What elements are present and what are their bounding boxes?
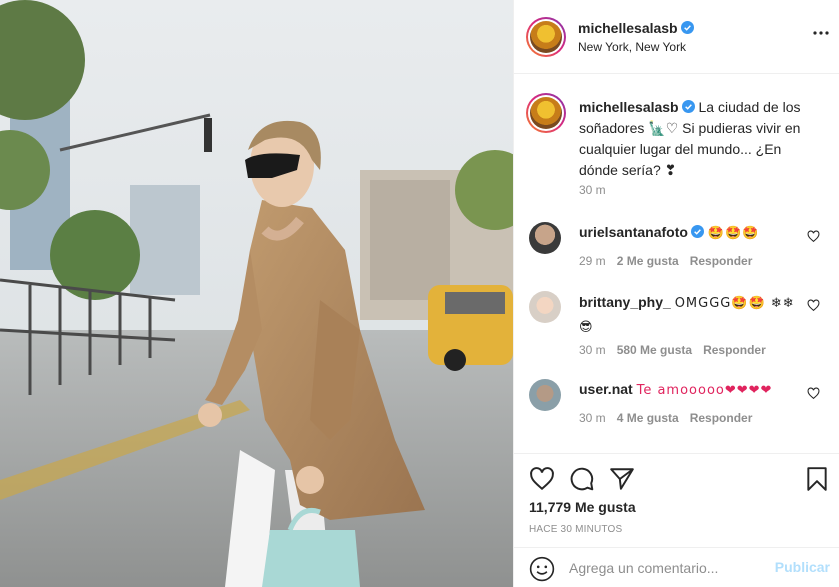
post-timestamp[interactable]: HACE 30 MINUTOS xyxy=(529,524,622,535)
caption-time[interactable]: 30 m xyxy=(579,183,606,197)
comment-bubble-icon[interactable] xyxy=(569,466,595,492)
comment-text: Te amooooo❤❤❤❤ xyxy=(636,383,773,398)
comment-likes[interactable]: 580 Me gusta xyxy=(617,343,692,357)
post-location[interactable]: New York, New York xyxy=(578,40,686,54)
paper-plane-icon[interactable] xyxy=(609,466,635,492)
comment-likes[interactable]: 4 Me gusta xyxy=(617,411,679,425)
post-actions: 11,779 Me gusta HACE 30 MINUTOS xyxy=(514,453,839,547)
comment-time[interactable]: 30 m xyxy=(579,411,606,425)
author-username-text[interactable]: michellesalasb xyxy=(578,20,678,36)
comment-username[interactable]: urielsantanafoto xyxy=(579,224,688,240)
comment-meta: 29 m 2 Me gusta Responder xyxy=(579,254,763,268)
post-header: michellesalasb New York, New York xyxy=(514,0,839,74)
comment-avatar[interactable] xyxy=(529,291,561,323)
post-photo[interactable] xyxy=(0,0,513,587)
comment-username[interactable]: brittany_phy_ xyxy=(579,294,671,310)
comment-meta: 30 m 4 Me gusta Responder xyxy=(579,411,763,425)
reply-button[interactable]: Responder xyxy=(703,343,766,357)
comment-meta: 30 m 580 Me gusta Responder xyxy=(579,343,777,357)
verified-badge-icon xyxy=(690,225,704,238)
comment-text: 🤩🤩🤩 xyxy=(707,226,760,241)
comment-likes[interactable]: 2 Me gusta xyxy=(617,254,679,268)
verified-badge-icon xyxy=(680,21,694,34)
comment-body: urielsantanafoto 🤩🤩🤩 xyxy=(579,222,804,244)
comment-username[interactable]: user.nat xyxy=(579,381,633,397)
comment-input[interactable] xyxy=(569,556,769,580)
more-options-icon[interactable] xyxy=(812,30,830,36)
comment-time[interactable]: 29 m xyxy=(579,254,606,268)
reply-button[interactable]: Responder xyxy=(690,254,753,268)
instagram-post: michellesalasb New York, New York michel… xyxy=(0,0,839,587)
bookmark-icon[interactable] xyxy=(804,466,830,492)
post-caption: michellesalasb La ciudad de los soñadore… xyxy=(579,97,814,181)
caption-avatar[interactable] xyxy=(526,93,566,133)
photo-illustration xyxy=(0,0,513,587)
like-heart-icon[interactable] xyxy=(529,466,555,492)
author-avatar[interactable] xyxy=(526,17,566,57)
author-username[interactable]: michellesalasb xyxy=(578,20,694,36)
heart-icon[interactable] xyxy=(807,230,820,243)
smiley-icon[interactable] xyxy=(529,556,555,582)
heart-icon[interactable] xyxy=(807,387,820,400)
reply-button[interactable]: Responder xyxy=(690,411,753,425)
comment-avatar[interactable] xyxy=(529,222,561,254)
add-comment-bar: Publicar xyxy=(514,547,839,587)
comments-list[interactable]: michellesalasb La ciudad de los soñadore… xyxy=(514,75,839,453)
comment-time[interactable]: 30 m xyxy=(579,343,606,357)
verified-badge-icon xyxy=(681,100,695,113)
post-side-panel: michellesalasb New York, New York michel… xyxy=(513,0,839,587)
comment-body: user.nat Te amooooo❤❤❤❤ xyxy=(579,379,804,401)
publish-button[interactable]: Publicar xyxy=(775,559,830,575)
caption-username[interactable]: michellesalasb xyxy=(579,99,679,115)
comment-avatar[interactable] xyxy=(529,379,561,411)
likes-count[interactable]: 11,779 Me gusta xyxy=(529,499,636,515)
comment-body: brittany_phy_ OMGGG🤩🤩 ❄❄😎 xyxy=(579,291,804,339)
heart-icon[interactable] xyxy=(807,299,820,312)
